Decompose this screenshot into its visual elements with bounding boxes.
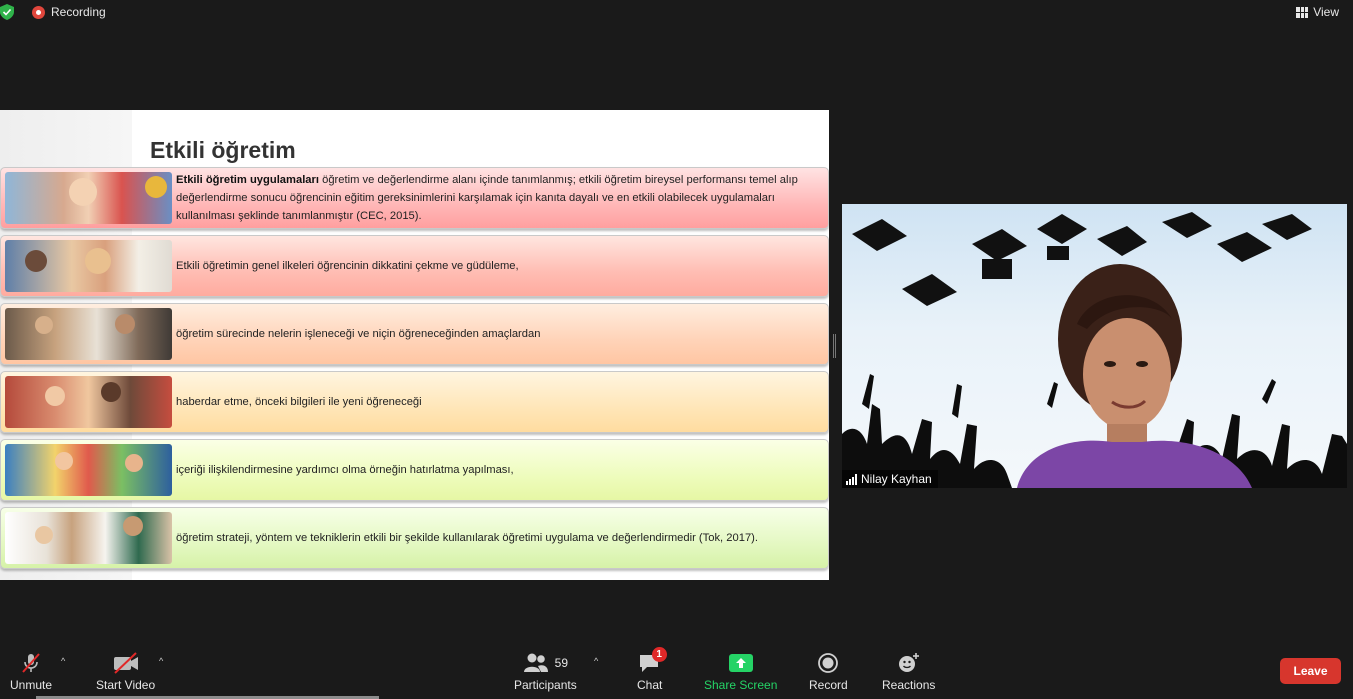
reactions-button[interactable]: Reactions — [882, 650, 935, 692]
chat-label: Chat — [637, 678, 663, 692]
participant-name: Nilay Kayhan — [861, 472, 932, 486]
split-view-handle[interactable] — [833, 334, 836, 358]
meeting-window: Recording View Etkili öğretim Etkili öğr… — [0, 0, 1353, 699]
reactions-label: Reactions — [882, 678, 936, 692]
row-text-5: içeriği ilişkilendirmesine yardımcı olma… — [176, 464, 514, 476]
signal-strength-icon — [846, 473, 857, 485]
row-text-1: Etkili öğretim uygulamaları öğretim ve d… — [176, 171, 816, 225]
video-options-chevron-up-icon[interactable]: ^ — [159, 656, 163, 666]
participants-button[interactable]: 59 Participants — [514, 650, 577, 692]
slide-row-1: Etkili öğretim uygulamaları öğretim ve d… — [0, 167, 829, 229]
slide-row-4: haberdar etme, önceki bilgileri ile yeni… — [0, 371, 829, 433]
participant-video-tile[interactable]: Nilay Kayhan — [842, 204, 1347, 488]
slide-row-6: öğretim strateji, yöntem ve tekniklerin … — [0, 507, 829, 569]
row-text-3: öğretim sürecinde nelerin işleneceği ve … — [176, 328, 541, 340]
slide-row-3: öğretim sürecinde nelerin işleneceği ve … — [0, 303, 829, 365]
graduation-background-illustration — [842, 212, 1347, 488]
view-button[interactable]: View — [1296, 5, 1339, 19]
participants-label: Participants — [514, 678, 577, 692]
share-screen-button[interactable]: Share Screen — [704, 650, 777, 692]
row-image-6 — [5, 512, 172, 564]
view-label: View — [1313, 5, 1339, 19]
meeting-toolbar: Unmute ^ Start Video ^ 59 Participants ^… — [0, 640, 1353, 699]
slide-row-2: Etkili öğretimin genel ilkeleri öğrencin… — [0, 235, 829, 297]
unmute-label: Unmute — [10, 678, 53, 692]
shared-screen-slide: Etkili öğretim Etkili öğretim uygulamala… — [0, 110, 829, 580]
unmute-button[interactable]: Unmute — [10, 650, 52, 692]
row-text-1-bold: Etkili öğretim uygulamaları — [176, 174, 319, 186]
recording-indicator[interactable]: Recording — [32, 5, 106, 19]
slide-row-5: içeriği ilişkilendirmesine yardımcı olma… — [0, 439, 829, 501]
chat-button[interactable]: 1 Chat — [637, 647, 667, 692]
record-label: Record — [809, 678, 848, 692]
leave-button[interactable]: Leave — [1280, 658, 1341, 684]
participants-count: 59 — [554, 656, 569, 670]
participants-options-chevron-up-icon[interactable]: ^ — [594, 656, 598, 666]
recording-icon — [32, 5, 45, 19]
share-screen-label: Share Screen — [704, 678, 778, 692]
recording-label: Recording — [51, 5, 106, 19]
security-shield-icon[interactable] — [0, 4, 14, 20]
grid-view-icon — [1296, 6, 1309, 18]
participants-icon — [523, 653, 548, 672]
start-video-button[interactable]: Start Video — [96, 650, 155, 692]
row-text-6: öğretim strateji, yöntem ve tekniklerin … — [176, 532, 758, 544]
row-image-1 — [5, 172, 172, 224]
muted-microphone-icon — [22, 653, 40, 673]
row-image-3 — [5, 308, 172, 360]
video-off-icon — [113, 652, 138, 674]
row-image-2 — [5, 240, 172, 292]
start-video-label: Start Video — [96, 678, 156, 692]
row-image-4 — [5, 376, 172, 428]
record-button[interactable]: Record — [809, 650, 848, 692]
reactions-smiley-icon — [898, 653, 919, 672]
row-image-5 — [5, 444, 172, 496]
share-screen-arrow-icon — [728, 654, 753, 672]
participant-name-tag: Nilay Kayhan — [842, 470, 938, 488]
row-text-4: haberdar etme, önceki bilgileri ile yeni… — [176, 396, 422, 408]
record-icon — [818, 653, 839, 673]
slide-title: Etkili öğretim — [150, 137, 296, 163]
row-text-2: Etkili öğretimin genel ilkeleri öğrencin… — [176, 260, 519, 272]
audio-options-chevron-up-icon[interactable]: ^ — [61, 656, 65, 666]
chat-unread-badge: 1 — [651, 647, 667, 662]
